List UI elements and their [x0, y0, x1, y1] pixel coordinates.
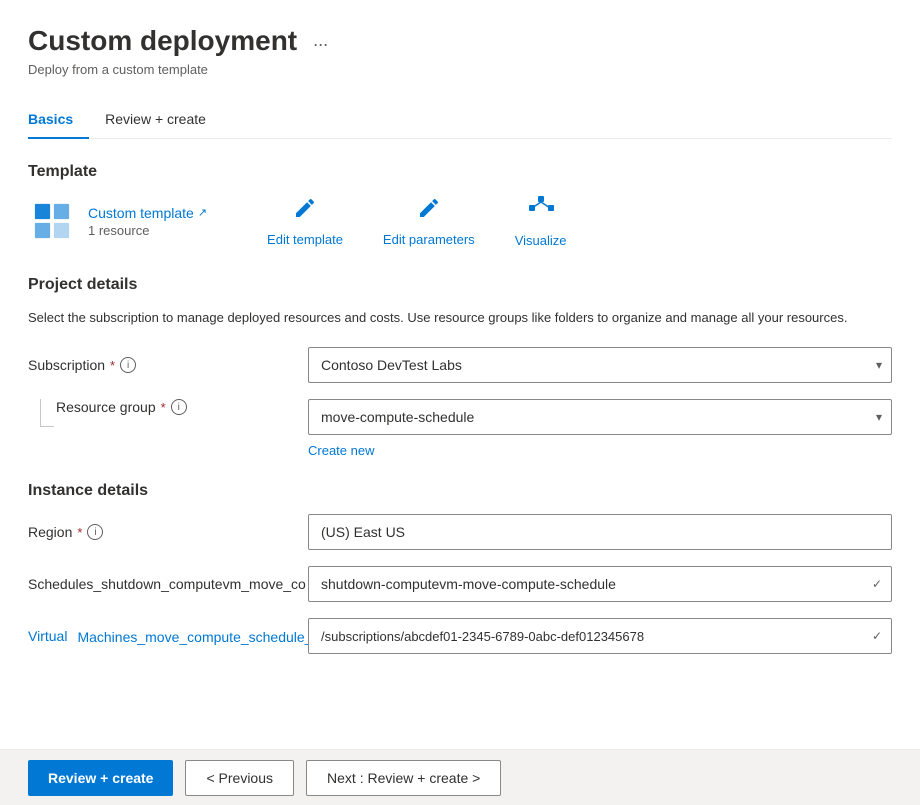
subscription-required: *	[110, 358, 115, 373]
virtual-machines-control: /subscriptions/abcdef01-2345-6789-0abc-d…	[308, 618, 892, 654]
subscription-info-icon[interactable]: i	[120, 357, 136, 373]
indent-connector	[28, 399, 52, 427]
page-header: Custom deployment ...	[28, 24, 892, 58]
page-title: Custom deployment	[28, 24, 297, 58]
region-info-icon[interactable]: i	[87, 524, 103, 540]
tab-basics[interactable]: Basics	[28, 101, 89, 139]
template-info: Custom template ↗ 1 resource	[88, 205, 207, 238]
resource-group-select[interactable]: move-compute-schedule	[308, 399, 892, 435]
tab-review-create[interactable]: Review + create	[105, 101, 222, 139]
visualize-icon	[528, 195, 554, 227]
instance-details-section: Instance details Region * i Schedules_sh…	[28, 482, 892, 654]
region-control	[308, 514, 892, 550]
indent-line	[40, 399, 41, 413]
edit-template-icon	[293, 196, 317, 226]
instance-details-title: Instance details	[28, 482, 892, 500]
visualize-button[interactable]: Visualize	[515, 195, 567, 248]
template-actions: Edit template Edit parameters	[267, 195, 566, 248]
virtual-machines-select[interactable]: /subscriptions/abcdef01-2345-6789-0abc-d…	[308, 618, 892, 654]
template-link[interactable]: Custom template ↗	[88, 205, 207, 221]
region-row: Region * i	[28, 514, 892, 550]
create-new-link[interactable]: Create new	[308, 443, 374, 458]
resource-group-required: *	[161, 400, 166, 415]
tab-bar: Basics Review + create	[28, 101, 892, 139]
review-create-button[interactable]: Review + create	[28, 760, 173, 796]
edit-template-label: Edit template	[267, 232, 343, 247]
schedules-select[interactable]: shutdown-computevm-move-compute-schedule	[308, 566, 892, 602]
virtual-machines-label: Virtual Machines_move_compute_schedule_e…	[28, 627, 308, 645]
external-link-icon: ↗	[198, 206, 207, 219]
project-details-title: Project details	[28, 276, 892, 294]
template-section-title: Template	[28, 163, 892, 181]
subscription-label: Subscription * i	[28, 357, 308, 373]
region-required: *	[77, 525, 82, 540]
subscription-select-wrapper: Contoso DevTest Labs ▾	[308, 347, 892, 383]
footer-bar: Review + create < Previous Next : Review…	[0, 749, 920, 805]
region-label: Region * i	[28, 524, 308, 540]
edit-parameters-button[interactable]: Edit parameters	[383, 196, 475, 247]
schedules-row: Schedules_shutdown_computevm_move_co shu…	[28, 566, 892, 602]
project-details-description: Select the subscription to manage deploy…	[28, 308, 892, 328]
resource-group-info-icon[interactable]: i	[171, 399, 187, 415]
ellipsis-button[interactable]: ...	[307, 28, 334, 53]
resource-group-label-section: Resource group * i	[28, 399, 308, 427]
resource-group-control: move-compute-schedule ▾	[308, 399, 892, 435]
resource-group-container: Resource group * i move-compute-schedule…	[28, 399, 892, 435]
schedules-label: Schedules_shutdown_computevm_move_co	[28, 576, 308, 592]
subscription-select[interactable]: Contoso DevTest Labs	[308, 347, 892, 383]
edit-parameters-icon	[417, 196, 441, 226]
resource-group-select-wrapper: move-compute-schedule ▾	[308, 399, 892, 435]
subscription-row: Subscription * i Contoso DevTest Labs ▾	[28, 347, 892, 383]
region-input[interactable]	[308, 514, 892, 550]
edit-template-button[interactable]: Edit template	[267, 196, 343, 247]
template-row: Custom template ↗ 1 resource Edit templa…	[28, 195, 892, 248]
edit-parameters-label: Edit parameters	[383, 232, 475, 247]
visualize-label: Visualize	[515, 233, 567, 248]
template-icon	[28, 197, 76, 245]
virtual-machines-select-wrapper: /subscriptions/abcdef01-2345-6789-0abc-d…	[308, 618, 892, 654]
resource-group-label: Resource group * i	[56, 399, 187, 415]
template-resource-count: 1 resource	[88, 223, 207, 238]
schedules-select-wrapper: shutdown-computevm-move-compute-schedule…	[308, 566, 892, 602]
page-subtitle: Deploy from a custom template	[28, 62, 892, 77]
previous-button[interactable]: < Previous	[185, 760, 294, 796]
next-review-create-button[interactable]: Next : Review + create >	[306, 760, 501, 796]
indent-corner	[40, 413, 54, 427]
subscription-control: Contoso DevTest Labs ▾	[308, 347, 892, 383]
virtual-machines-row: Virtual Machines_move_compute_schedule_e…	[28, 618, 892, 654]
schedules-control: shutdown-computevm-move-compute-schedule…	[308, 566, 892, 602]
